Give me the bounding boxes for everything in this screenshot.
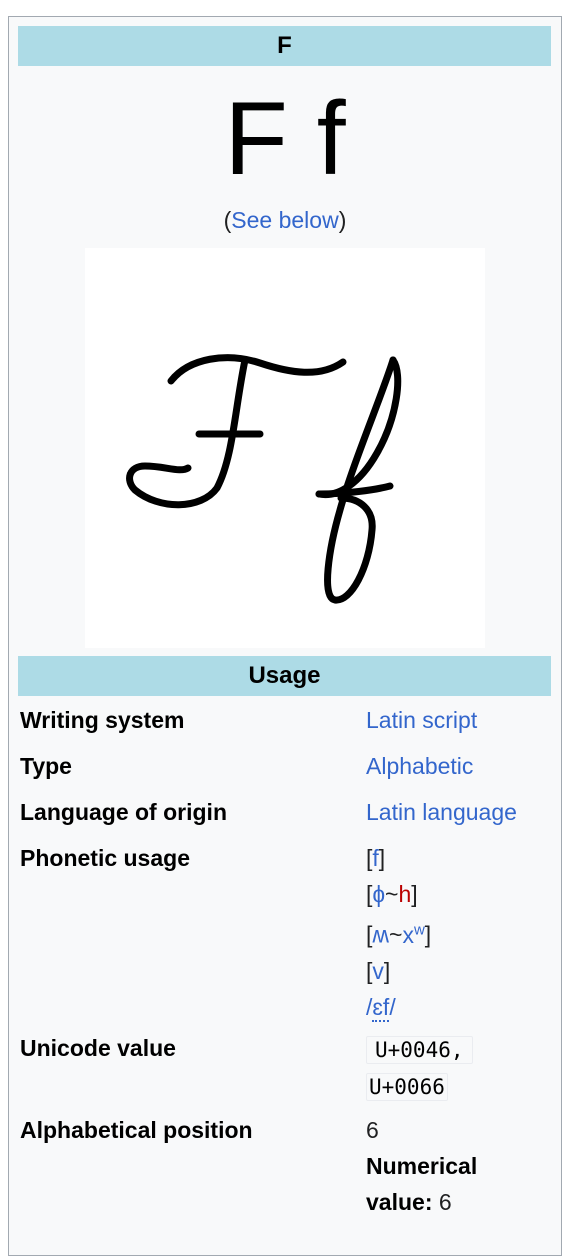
usage-header: Usage <box>18 656 551 696</box>
ipa-ef-link[interactable]: /ɛf/ <box>366 993 396 1022</box>
ipa-ef-text: ɛf <box>372 993 390 1022</box>
unicode-code-lower: U+0066 <box>366 1073 448 1101</box>
alpha-label: Alphabetical position <box>20 1117 253 1143</box>
ipa-phi-h: [ɸ~h] <box>366 881 418 907</box>
ipa-tilde-2: ~ <box>389 921 403 948</box>
ipa-v: [v] <box>366 957 391 984</box>
usage-header-text: Usage <box>248 662 321 689</box>
infobox-title: F <box>18 26 551 66</box>
writing-system-value: Latin script <box>366 702 477 738</box>
ipa-h-link[interactable]: h <box>398 881 411 907</box>
infobox-title-text: F <box>277 32 292 59</box>
alphabetic-link[interactable]: Alphabetic <box>366 753 473 779</box>
cursive-letter-image[interactable] <box>85 248 485 648</box>
phonetic-label: Phonetic usage <box>20 845 190 871</box>
ipa-w-sup: w <box>413 921 425 938</box>
numerical-value-label: Numerical value: <box>366 1153 478 1215</box>
unicode-upper-text: U+0046 <box>375 1038 451 1062</box>
unicode-values: U+0046, U+0066 <box>366 1031 473 1105</box>
ipa-phi-link[interactable]: ɸ <box>372 881 385 907</box>
paren-close: ) <box>338 207 347 233</box>
latin-language-link[interactable]: Latin language <box>366 799 517 825</box>
unicode-code-upper: U+0046, <box>366 1036 473 1064</box>
ipa-wh-link[interactable]: ʍ <box>372 922 389 948</box>
ipa-f: [f] <box>366 845 386 871</box>
see-below-link[interactable]: See below <box>231 207 338 233</box>
type-label: Type <box>20 753 72 779</box>
infobox: F F f (See below) Usage Writing system L… <box>8 16 562 1256</box>
cursive-ff-drawing <box>126 354 402 604</box>
alpha-position-value: 6 <box>366 1117 379 1143</box>
ipa-x: x <box>402 921 414 948</box>
unicode-line-2: U+0066 <box>366 1068 473 1105</box>
ipa-wh-xw: [ʍ~xw] <box>366 921 432 948</box>
see-below: (See below) <box>9 207 561 234</box>
letter-glyphs: F f <box>224 81 346 197</box>
type-value: Alphabetic <box>366 748 473 784</box>
unicode-label: Unicode value <box>20 1035 176 1061</box>
language-label: Language of origin <box>20 799 227 825</box>
phonetic-values: [f] [ɸ~h] [ʍ~xw] [v] /ɛf/ <box>366 840 431 1025</box>
ipa-v-link[interactable]: v <box>372 958 384 984</box>
alpha-values: 6 Numerical value: 6 <box>366 1112 536 1220</box>
ipa-xw-link[interactable]: xw <box>402 921 425 948</box>
language-value: Latin language <box>366 794 517 830</box>
ipa-tilde: ~ <box>385 881 399 907</box>
ipa-f-link[interactable]: f <box>372 845 378 871</box>
unicode-sep: , <box>450 1038 464 1062</box>
numerical-value: 6 <box>438 1189 452 1215</box>
latin-script-link[interactable]: Latin script <box>366 707 477 733</box>
ipa-ef: /ɛf/ <box>366 989 431 1025</box>
unicode-line-1: U+0046, <box>366 1031 473 1068</box>
writing-system-label: Writing system <box>20 707 185 733</box>
